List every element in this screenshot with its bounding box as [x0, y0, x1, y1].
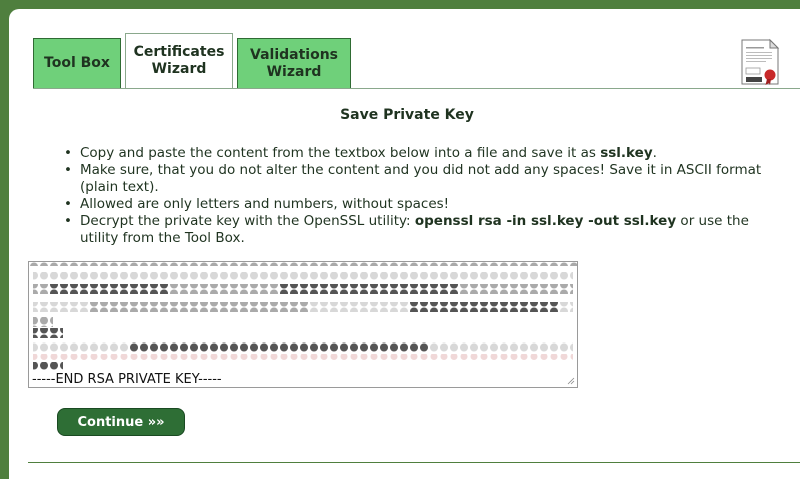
redacted-key-content — [29, 262, 577, 370]
tab-certificates-wizard[interactable]: Certificates Wizard — [125, 33, 233, 88]
instruction-item-allowed-chars: Allowed are only letters and numbers, wi… — [60, 196, 790, 213]
private-key-textarea[interactable]: -----END RSA PRIVATE KEY----- — [28, 261, 578, 388]
tab-tool-box[interactable]: Tool Box — [33, 38, 121, 88]
certificate-icon — [741, 38, 780, 85]
tab-bar: Tool Box Certificates Wizard Validations W… — [33, 33, 355, 88]
instruction-item-save-file: Copy and paste the content from the text… — [60, 145, 790, 162]
page-title: Save Private Key — [340, 107, 474, 123]
tab-underline — [33, 88, 800, 89]
continue-button[interactable]: Continue »» — [57, 408, 185, 436]
main-panel: Tool Box Certificates Wizard Validations W… — [9, 9, 800, 479]
instruction-list: Copy and paste the content from the text… — [60, 145, 790, 247]
bottom-divider — [28, 462, 800, 463]
resize-grip-icon[interactable] — [567, 377, 575, 385]
tab-validations-wizard-label: Validations Wizard — [250, 46, 338, 80]
tab-validations-wizard[interactable]: Validations Wizard — [237, 38, 351, 88]
instruction-item-no-alteration: Make sure, that you do not alter the con… — [60, 162, 790, 196]
tab-certificates-wizard-label: Certificates Wizard — [133, 44, 225, 77]
tab-tool-box-label: Tool Box — [44, 55, 110, 71]
instruction-item-decrypt: Decrypt the private key with the OpenSSL… — [60, 213, 790, 247]
key-end-line: -----END RSA PRIVATE KEY----- — [32, 372, 226, 387]
